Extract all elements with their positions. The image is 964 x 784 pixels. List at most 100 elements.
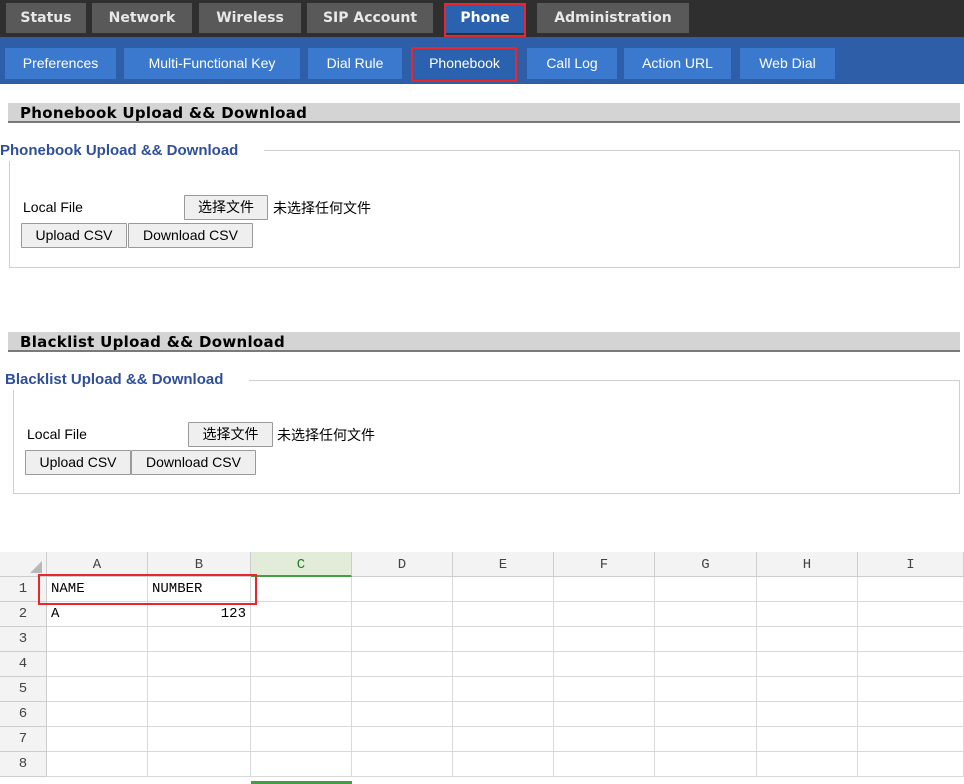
cell-empty[interactable]: [655, 627, 757, 652]
blacklist-download-csv-button[interactable]: Download CSV: [131, 450, 256, 475]
cell-empty[interactable]: [453, 727, 554, 752]
column-header-a[interactable]: A: [47, 552, 148, 577]
tab-status[interactable]: Status: [6, 3, 86, 33]
subtab-dial-rule[interactable]: Dial Rule: [308, 48, 402, 79]
select-all-corner[interactable]: [0, 552, 47, 577]
cell-empty[interactable]: [352, 652, 453, 677]
cell-empty[interactable]: [47, 702, 148, 727]
cell-empty[interactable]: [858, 652, 964, 677]
subtab-web-dial[interactable]: Web Dial: [740, 48, 835, 79]
cell-empty[interactable]: [47, 727, 148, 752]
cell-empty[interactable]: [554, 652, 655, 677]
cell-empty[interactable]: [251, 602, 352, 627]
cell-empty[interactable]: [858, 577, 964, 602]
cell-b2[interactable]: 123: [148, 602, 251, 627]
subtab-preferences[interactable]: Preferences: [5, 48, 116, 79]
cell-empty[interactable]: [352, 677, 453, 702]
cell-empty[interactable]: [453, 627, 554, 652]
cell-empty[interactable]: [148, 752, 251, 777]
cell-empty[interactable]: [352, 602, 453, 627]
cell-empty[interactable]: [554, 752, 655, 777]
cell-a2[interactable]: A: [47, 602, 148, 627]
cell-empty[interactable]: [858, 752, 964, 777]
cell-empty[interactable]: [858, 602, 964, 627]
column-header-f[interactable]: F: [554, 552, 655, 577]
cell-empty[interactable]: [757, 577, 858, 602]
cell-empty[interactable]: [352, 752, 453, 777]
column-header-i[interactable]: I: [858, 552, 964, 577]
cell-empty[interactable]: [453, 652, 554, 677]
cell-empty[interactable]: [554, 702, 655, 727]
cell-empty[interactable]: [757, 652, 858, 677]
cell-empty[interactable]: [148, 627, 251, 652]
cell-empty[interactable]: [858, 727, 964, 752]
cell-empty[interactable]: [655, 677, 757, 702]
subtab-phonebook[interactable]: Phonebook: [411, 48, 518, 79]
phonebook-upload-csv-button[interactable]: Upload CSV: [21, 223, 127, 248]
tab-phone[interactable]: Phone: [446, 3, 524, 33]
cell-empty[interactable]: [251, 627, 352, 652]
cell-empty[interactable]: [655, 752, 757, 777]
cell-a1[interactable]: NAME: [47, 577, 148, 602]
cell-empty[interactable]: [757, 702, 858, 727]
cell-empty[interactable]: [655, 702, 757, 727]
cell-empty[interactable]: [47, 677, 148, 702]
subtab-action-url[interactable]: Action URL: [624, 48, 731, 79]
blacklist-upload-csv-button[interactable]: Upload CSV: [25, 450, 131, 475]
cell-empty[interactable]: [251, 727, 352, 752]
cell-empty[interactable]: [757, 602, 858, 627]
cell-empty[interactable]: [251, 577, 352, 602]
cell-empty[interactable]: [858, 627, 964, 652]
cell-empty[interactable]: [554, 627, 655, 652]
column-header-d[interactable]: D: [352, 552, 453, 577]
row-header-5[interactable]: 5: [0, 677, 47, 702]
cell-empty[interactable]: [655, 602, 757, 627]
cell-empty[interactable]: [148, 727, 251, 752]
cell-empty[interactable]: [251, 652, 352, 677]
cell-empty[interactable]: [554, 577, 655, 602]
cell-empty[interactable]: [453, 752, 554, 777]
subtab-multi-functional-key[interactable]: Multi-Functional Key: [124, 48, 300, 79]
cell-empty[interactable]: [554, 727, 655, 752]
cell-empty[interactable]: [453, 677, 554, 702]
cell-empty[interactable]: [757, 752, 858, 777]
cell-empty[interactable]: [352, 577, 453, 602]
cell-empty[interactable]: [47, 652, 148, 677]
cell-empty[interactable]: [757, 677, 858, 702]
cell-empty[interactable]: [554, 677, 655, 702]
column-header-h[interactable]: H: [757, 552, 858, 577]
cell-empty[interactable]: [858, 677, 964, 702]
row-header-7[interactable]: 7: [0, 727, 47, 752]
cell-empty[interactable]: [858, 702, 964, 727]
cell-empty[interactable]: [251, 752, 352, 777]
row-header-6[interactable]: 6: [0, 702, 47, 727]
cell-empty[interactable]: [757, 627, 858, 652]
tab-network[interactable]: Network: [92, 3, 192, 33]
cell-empty[interactable]: [453, 702, 554, 727]
cell-empty[interactable]: [47, 627, 148, 652]
cell-empty[interactable]: [655, 652, 757, 677]
tab-administration[interactable]: Administration: [537, 3, 689, 33]
cell-empty[interactable]: [352, 702, 453, 727]
column-header-c[interactable]: C: [251, 552, 352, 577]
tab-sip-account[interactable]: SIP Account: [307, 3, 433, 33]
blacklist-choose-file-button[interactable]: 选择文件: [188, 422, 273, 447]
row-header-8[interactable]: 8: [0, 752, 47, 777]
cell-empty[interactable]: [453, 577, 554, 602]
cell-b1[interactable]: NUMBER: [148, 577, 251, 602]
tab-wireless[interactable]: Wireless: [199, 3, 301, 33]
cell-empty[interactable]: [148, 652, 251, 677]
cell-empty[interactable]: [47, 752, 148, 777]
column-header-e[interactable]: E: [453, 552, 554, 577]
cell-empty[interactable]: [148, 677, 251, 702]
phonebook-download-csv-button[interactable]: Download CSV: [128, 223, 253, 248]
cell-empty[interactable]: [251, 702, 352, 727]
row-header-4[interactable]: 4: [0, 652, 47, 677]
cell-empty[interactable]: [554, 602, 655, 627]
cell-empty[interactable]: [148, 702, 251, 727]
row-header-3[interactable]: 3: [0, 627, 47, 652]
row-header-2[interactable]: 2: [0, 602, 47, 627]
row-header-1[interactable]: 1: [0, 577, 47, 602]
column-header-b[interactable]: B: [148, 552, 251, 577]
cell-empty[interactable]: [251, 677, 352, 702]
